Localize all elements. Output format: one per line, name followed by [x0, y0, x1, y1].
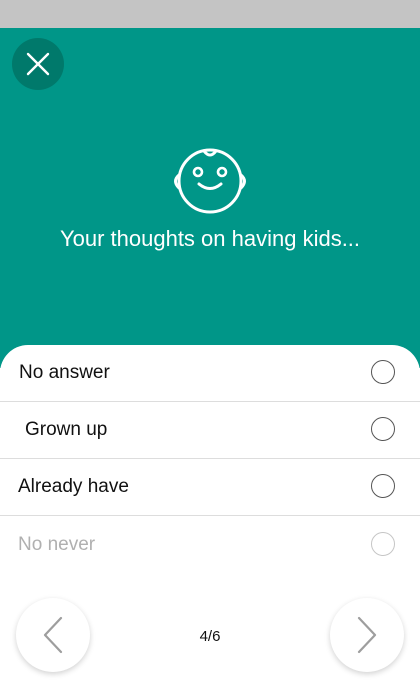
close-icon — [26, 52, 50, 76]
radio-button[interactable] — [371, 360, 395, 384]
radio-button[interactable] — [371, 417, 395, 441]
radio-button — [371, 531, 395, 556]
option-already-have[interactable]: Already have — [0, 459, 420, 516]
option-label: Already have — [18, 476, 129, 497]
option-label: Grown up — [25, 419, 108, 440]
chevron-right-icon — [357, 616, 377, 654]
next-button[interactable] — [330, 598, 404, 672]
option-grown-up[interactable]: Grown up — [0, 402, 420, 459]
close-button[interactable] — [12, 38, 64, 90]
radio-button[interactable] — [371, 474, 395, 498]
baby-face-icon — [174, 148, 246, 214]
option-label: No never — [18, 533, 96, 555]
option-no-never: No never — [0, 516, 420, 573]
option-label: No answer — [19, 362, 110, 383]
status-bar — [0, 0, 420, 28]
question-text: Your thoughts on having kids... — [59, 226, 361, 251]
option-no-answer[interactable]: No answer — [0, 345, 420, 402]
